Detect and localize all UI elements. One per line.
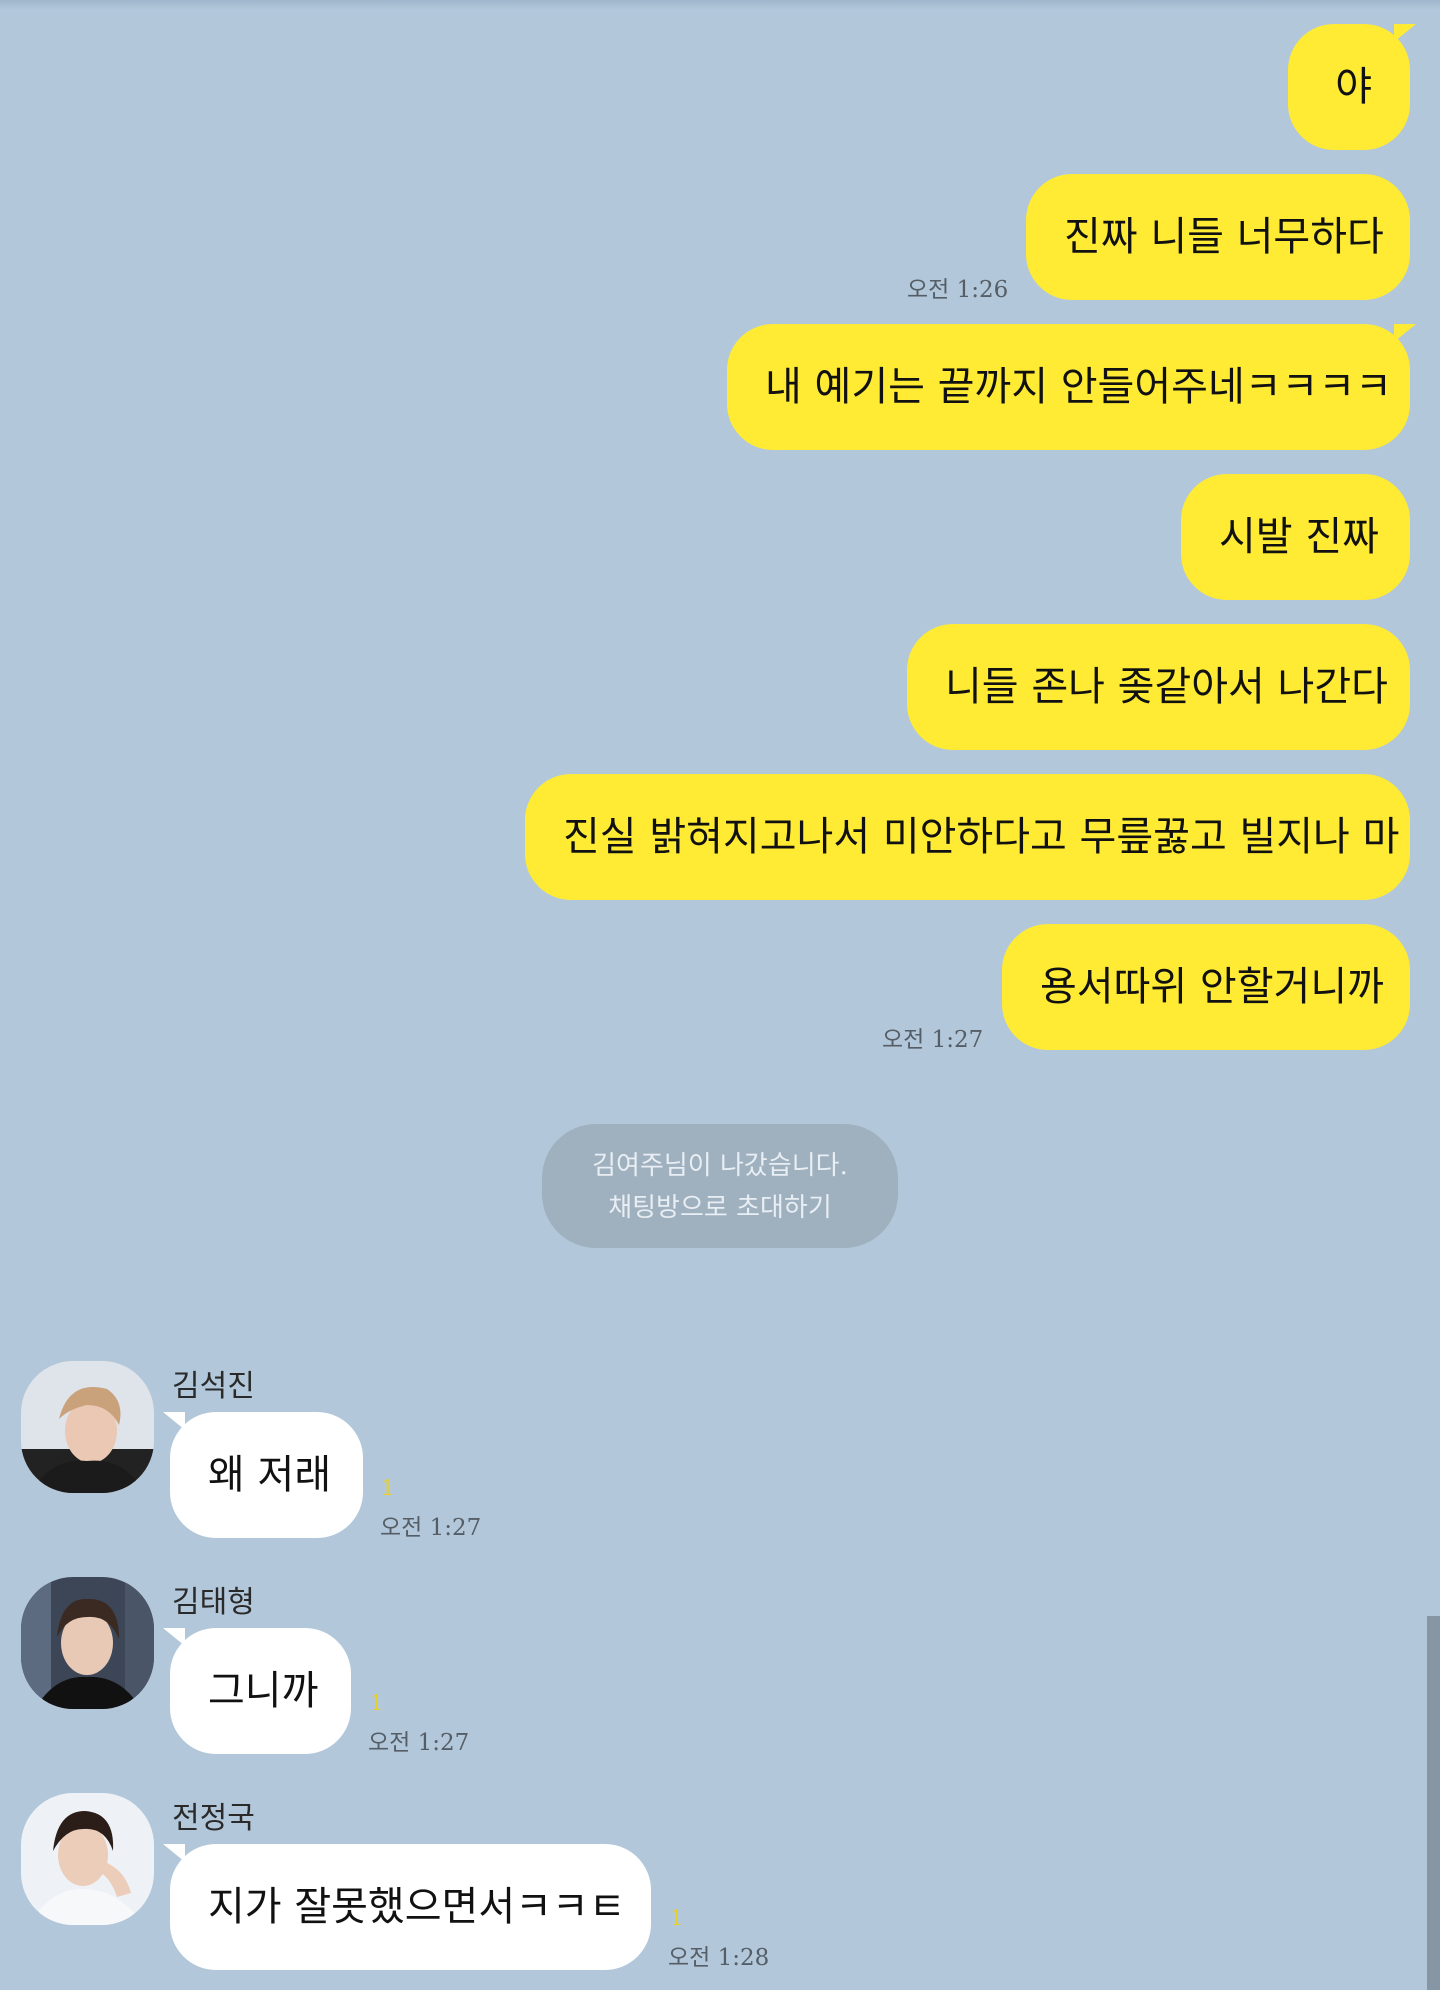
profile-photo-icon [21,1361,154,1493]
bubble-tail [1394,324,1416,342]
message-text: 진짜 니들 너무하다 [1064,214,1384,260]
message-text: 지가 잘못했으면서ㅋㅋㅌ [208,1884,626,1930]
profile-photo-icon [21,1793,154,1925]
other-message-bubble[interactable]: 지가 잘못했으면서ㅋㅋㅌ [170,1844,651,1970]
unread-count: 1 [370,1691,384,1715]
my-message-bubble[interactable]: 진짜 니들 너무하다 [1026,174,1410,300]
unread-count: 1 [670,1906,684,1930]
message-time: 오전 1:26 [907,277,1009,303]
avatar[interactable] [21,1361,154,1493]
message-text: 내 예기는 끝까지 안들어주네ㅋㅋㅋㅋ [765,364,1392,410]
sender-name: 김태형 [172,1585,255,1620]
my-message-bubble[interactable]: 야 [1288,24,1410,150]
avatar[interactable] [21,1577,154,1709]
other-message-bubble[interactable]: 왜 저래 [170,1412,363,1538]
top-shade [0,0,1440,10]
sender-name: 전정국 [172,1801,255,1836]
other-message-bubble[interactable]: 그니까 [170,1628,351,1754]
message-text: 야 [1335,64,1372,110]
bubble-tail [1394,24,1416,42]
unread-count: 1 [381,1476,395,1500]
message-text: 시발 진짜 [1219,514,1379,560]
message-text: 니들 존나 좆같아서 나간다 [945,664,1388,710]
my-message-bubble[interactable]: 용서따위 안할거니까 [1002,924,1410,1050]
message-time: 오전 1:27 [380,1515,482,1541]
my-message-bubble[interactable]: 니들 존나 좆같아서 나간다 [907,624,1410,750]
sender-name: 김석진 [172,1369,255,1404]
system-notice: 김여주님이 나갔습니다. 채팅방으로 초대하기 [542,1124,898,1248]
message-text: 용서따위 안할거니까 [1040,964,1384,1010]
message-text: 왜 저래 [208,1452,332,1498]
scrollbar[interactable] [1427,1616,1440,1990]
message-time: 오전 1:28 [668,1945,770,1971]
avatar[interactable] [21,1793,154,1925]
my-message-bubble[interactable]: 진실 밝혀지고나서 미안하다고 무릎꿇고 빌지나 마 [525,774,1410,900]
invite-to-chat-link[interactable]: 채팅방으로 초대하기 [542,1187,898,1229]
profile-photo-icon [21,1577,154,1709]
leave-notice-text: 김여주님이 나갔습니다. [592,1151,848,1181]
message-time: 오전 1:27 [368,1730,470,1756]
my-message-bubble[interactable]: 시발 진짜 [1181,474,1410,600]
message-time: 오전 1:27 [882,1027,984,1053]
my-message-bubble[interactable]: 내 예기는 끝까지 안들어주네ㅋㅋㅋㅋ [727,324,1410,450]
message-text: 그니까 [208,1668,319,1714]
message-text: 진실 밝혀지고나서 미안하다고 무릎꿇고 빌지나 마 [563,814,1400,860]
